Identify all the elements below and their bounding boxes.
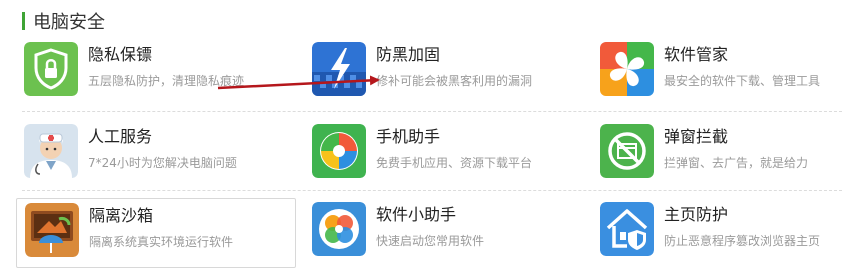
tool-name: 软件管家 [664, 45, 729, 64]
tool-hack-defense[interactable]: 防黑加固 修补可能会被黑客利用的漏洞 [304, 38, 584, 108]
tool-software-helper[interactable]: 软件小助手 快速启动您常用软件 [304, 198, 584, 268]
tool-row-3: 隔离沙箱 隔离系统真实环境运行软件 软件小助手 快速启动您常用软件 主页防护 防… [16, 198, 846, 273]
tool-name: 隔离沙箱 [89, 206, 154, 225]
section-title: 电脑安全 [33, 12, 105, 33]
tool-name: 弹窗拦截 [664, 127, 729, 146]
section-header: 电脑安全 [22, 10, 105, 33]
tool-name: 隐私保镖 [88, 45, 153, 64]
tool-privacy-guard[interactable]: 隐私保镖 五层隐私防护，清理隐私痕迹 [16, 38, 296, 108]
tool-name: 防黑加固 [376, 45, 441, 64]
tool-name: 人工服务 [88, 127, 153, 146]
tool-name: 手机助手 [376, 127, 441, 146]
row-divider [22, 111, 842, 112]
tool-desc: 免费手机应用、资源下载平台 [376, 156, 533, 170]
tool-human-service[interactable]: 人工服务 7*24小时为您解决电脑问题 [16, 120, 296, 190]
tool-desc: 7*24小时为您解决电脑问题 [88, 156, 237, 170]
tool-desc: 拦弹窗、去广告，就是给力 [664, 156, 809, 170]
tool-desc: 最安全的软件下载、管理工具 [664, 74, 821, 88]
row-divider [22, 190, 842, 191]
tool-software-manager[interactable]: 软件管家 最安全的软件下载、管理工具 [592, 38, 846, 108]
color-wheel-icon [312, 124, 366, 178]
doctor-avatar-icon [24, 124, 78, 178]
section-accent-bar [22, 12, 25, 30]
tool-homepage-protection[interactable]: 主页防护 防止恶意程序篡改浏览器主页 [592, 198, 846, 268]
tool-phone-assistant[interactable]: 手机助手 免费手机应用、资源下载平台 [304, 120, 584, 190]
tool-isolation-sandbox[interactable]: 隔离沙箱 隔离系统真实环境运行软件 [16, 198, 296, 268]
tool-name: 主页防护 [664, 205, 729, 224]
rings-icon [312, 202, 366, 256]
tool-row-1: 隐私保镖 五层隐私防护，清理隐私痕迹 防黑加固 修补可能会被黑客利用的漏洞 软件… [16, 38, 846, 122]
tool-desc: 修补可能会被黑客利用的漏洞 [376, 74, 533, 88]
tool-popup-blocker[interactable]: 弹窗拦截 拦弹窗、去广告，就是给力 [592, 120, 846, 190]
four-petal-icon [600, 42, 654, 96]
tool-desc: 五层隐私防护，清理隐私痕迹 [88, 74, 245, 88]
shield-lock-icon [24, 42, 78, 96]
tool-name: 软件小助手 [376, 205, 457, 224]
tool-desc: 防止恶意程序篡改浏览器主页 [664, 234, 821, 248]
lightning-shield-icon [312, 42, 366, 96]
tool-desc: 隔离系统真实环境运行软件 [89, 235, 234, 249]
home-shield-icon [600, 202, 654, 256]
tool-row-2: 人工服务 7*24小时为您解决电脑问题 手机助手 免费手机应用、资源下载平台 弹… [16, 120, 846, 204]
sandbox-umbrella-icon [25, 203, 79, 257]
no-popup-icon [600, 124, 654, 178]
tool-desc: 快速启动您常用软件 [376, 234, 485, 248]
